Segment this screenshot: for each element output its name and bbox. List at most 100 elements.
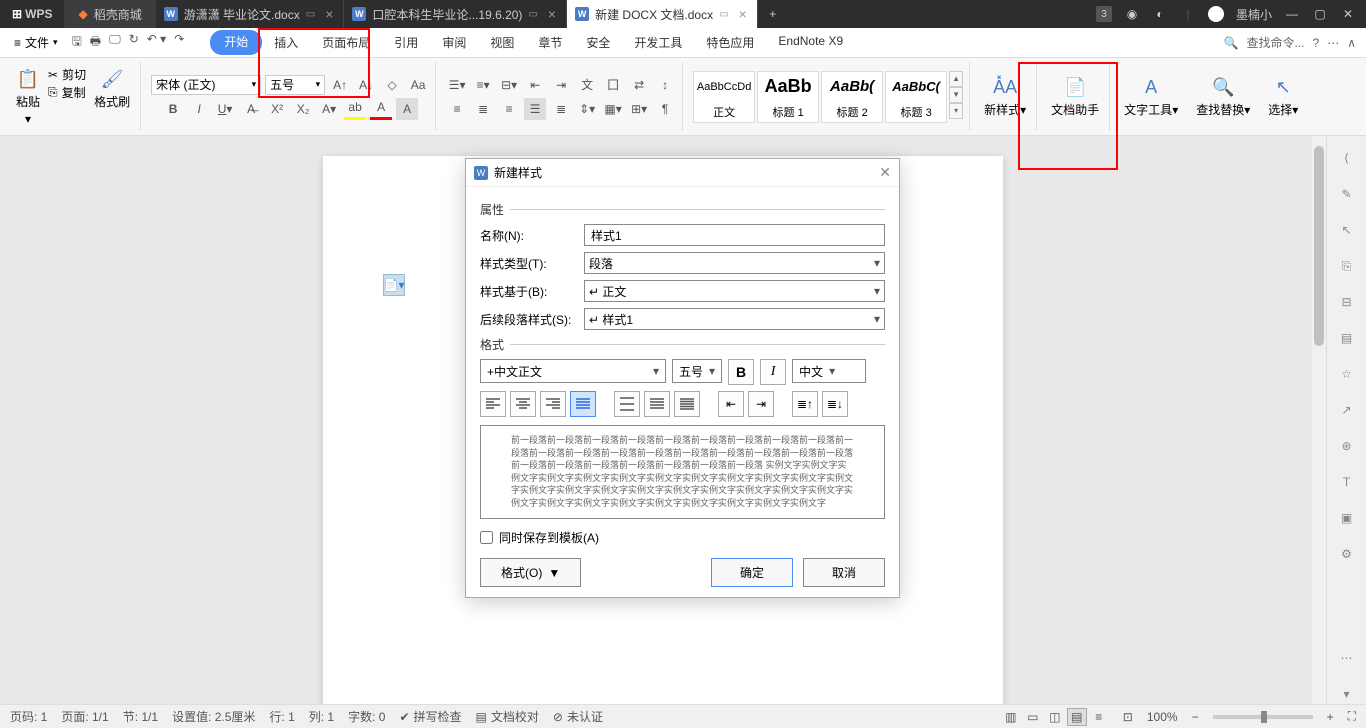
dlg-spacing-normal-icon[interactable] — [644, 391, 670, 417]
side-chevron-icon[interactable]: ⟨ — [1337, 148, 1357, 168]
shading-icon[interactable]: ▦▾ — [602, 98, 624, 120]
tab-page-layout[interactable]: 页面布局 — [310, 30, 382, 55]
fullscreen-icon[interactable]: ⛶ — [1348, 709, 1356, 724]
doc-tab-0[interactable]: W游潇潇 毕业论文.docx▭× — [156, 0, 345, 28]
align-center-icon[interactable]: ≣ — [472, 98, 494, 120]
change-case-icon[interactable]: Aa — [407, 74, 429, 96]
text-effect-icon[interactable]: A▾ — [318, 98, 340, 120]
qat-redo-icon[interactable]: ↷ — [174, 32, 184, 53]
tab-section[interactable]: 章节 — [526, 30, 574, 55]
side-star-icon[interactable]: ☆ — [1337, 364, 1357, 384]
qat-refresh-icon[interactable]: ↻ — [129, 32, 139, 53]
dlg-spacing-loose-icon[interactable] — [614, 391, 640, 417]
strikethrough-icon[interactable]: A̶ — [240, 98, 262, 120]
superscript-icon[interactable]: X² — [266, 98, 288, 120]
dlg-indent-increase-icon[interactable]: ⇥ — [748, 391, 774, 417]
tab-icon[interactable]: ⇄ — [628, 74, 650, 96]
tab-endnote[interactable]: EndNote X9 — [766, 30, 855, 55]
font-color-icon[interactable]: A — [370, 98, 392, 120]
close-icon[interactable]: ✕ — [1340, 6, 1356, 22]
status-row[interactable]: 行: 1 — [269, 708, 294, 725]
file-menu[interactable]: ≡ 文件 ▾ — [6, 32, 66, 53]
notif-badge[interactable]: 3 — [1096, 6, 1112, 22]
char-shading-icon[interactable]: A — [396, 98, 418, 120]
tab-close-icon[interactable]: × — [325, 6, 333, 22]
side-settings-icon[interactable]: ⊟ — [1337, 292, 1357, 312]
gallery-more-icon[interactable]: ▾ — [949, 103, 963, 119]
bullets-icon[interactable]: ☰▾ — [446, 74, 468, 96]
status-page[interactable]: 页面: 1/1 — [61, 708, 108, 725]
view-print-icon[interactable]: ▤ — [1067, 708, 1087, 726]
doc-tab-2[interactable]: W新建 DOCX 文档.docx▭× — [567, 0, 758, 28]
view-outline-icon[interactable]: ▥ — [1001, 708, 1021, 726]
char-border-icon[interactable]: 囗 — [602, 74, 624, 96]
tab-review[interactable]: 审阅 — [430, 30, 478, 55]
user-name[interactable]: 墨楠小 — [1236, 6, 1272, 23]
qat-save-icon[interactable]: 🖫 — [72, 32, 82, 53]
dlg-bold-button[interactable]: B — [728, 359, 754, 385]
align-justify-icon[interactable]: ☰ — [524, 98, 546, 120]
side-collapse-icon[interactable]: ▾ — [1337, 684, 1357, 704]
chevron-icon[interactable]: ∧ — [1347, 36, 1356, 50]
increase-indent-icon[interactable]: ⇥ — [550, 74, 572, 96]
minimize-icon[interactable]: — — [1284, 6, 1300, 22]
side-clipboard-icon[interactable]: ⎘ — [1337, 256, 1357, 276]
view-fit-icon[interactable]: ⊡ — [1123, 710, 1133, 724]
status-page-no[interactable]: 页码: 1 — [10, 708, 47, 725]
multilevel-icon[interactable]: ⊟▾ — [498, 74, 520, 96]
tab-close-icon[interactable]: × — [739, 6, 747, 22]
dialog-close-icon[interactable]: ✕ — [879, 164, 891, 181]
dlg-para-after-icon[interactable]: ≣↓ — [822, 391, 848, 417]
sync-icon[interactable]: ◉ — [1124, 6, 1140, 22]
user-avatar[interactable] — [1208, 6, 1224, 22]
underline-icon[interactable]: U▾ — [214, 98, 236, 120]
tab-home[interactable]: 开始 — [210, 30, 262, 55]
tab-close-icon[interactable]: × — [548, 6, 556, 22]
based-on-select[interactable]: ↵ 正文 — [584, 280, 885, 302]
status-setval[interactable]: 设置值: 2.5厘米 — [172, 708, 255, 725]
phonetic-icon[interactable]: 文 — [576, 74, 598, 96]
dlg-spacing-tight-icon[interactable] — [674, 391, 700, 417]
paste-button[interactable]: 📋粘贴▾ — [12, 65, 44, 128]
tab-developer[interactable]: 开发工具 — [622, 30, 694, 55]
help-icon[interactable]: ? — [1313, 36, 1320, 50]
align-left-icon[interactable]: ≡ — [446, 98, 468, 120]
bold-icon[interactable]: B — [162, 98, 184, 120]
dlg-para-before-icon[interactable]: ≣↑ — [792, 391, 818, 417]
shop-tab[interactable]: ◆稻壳商城 — [64, 0, 155, 28]
copy-button[interactable]: ⎘ 复制 — [48, 84, 86, 101]
side-more-icon[interactable]: ⋯ — [1337, 648, 1357, 668]
format-dropdown-button[interactable]: 格式(O) ▼ — [480, 558, 581, 587]
find-replace-button[interactable]: 🔍查找替换▾ — [1192, 73, 1254, 120]
side-share-icon[interactable]: ↗ — [1337, 400, 1357, 420]
vertical-scrollbar[interactable] — [1312, 136, 1326, 704]
gallery-up-icon[interactable]: ▲ — [949, 71, 963, 87]
status-section[interactable]: 节: 1/1 — [123, 708, 158, 725]
style-normal[interactable]: AaBbCcDd正文 — [693, 71, 755, 123]
unauth-button[interactable]: ⊘ 未认证 — [553, 708, 603, 725]
qat-preview-icon[interactable]: 🖵 — [109, 32, 121, 53]
tab-window-icon[interactable]: ▭ — [306, 9, 315, 20]
dlg-lang-select[interactable]: 中文 — [792, 359, 866, 383]
doc-tab-1[interactable]: W口腔本科生毕业论...19.6.20)▭× — [344, 0, 567, 28]
dlg-font-size-select[interactable]: 五号 — [672, 359, 722, 383]
dlg-indent-decrease-icon[interactable]: ⇤ — [718, 391, 744, 417]
select-button[interactable]: ↖选择▾ — [1264, 73, 1302, 120]
line-spacing-icon[interactable]: ⇕▾ — [576, 98, 598, 120]
view-web-icon[interactable]: ◫ — [1045, 708, 1065, 726]
doc-check-button[interactable]: ▤ 文档校对 — [476, 708, 539, 725]
style-heading3[interactable]: AaBbC(标题 3 — [885, 71, 947, 123]
zoom-in-icon[interactable]: + — [1327, 710, 1334, 724]
side-text-icon[interactable]: T — [1337, 472, 1357, 492]
side-gear-icon[interactable]: ⚙ — [1337, 544, 1357, 564]
italic-icon[interactable]: I — [188, 98, 210, 120]
increase-font-icon[interactable]: A↑ — [329, 74, 351, 96]
dlg-font-name-select[interactable]: +中文正文 — [480, 359, 666, 383]
wps-logo[interactable]: ⊞ WPS — [0, 7, 64, 21]
new-style-button[interactable]: A̽A新样式▾ — [980, 73, 1030, 120]
format-painter-button[interactable]: 🖌格式刷 — [90, 65, 134, 128]
qat-undo-icon[interactable]: ↶ ▾ — [147, 32, 166, 53]
search-label[interactable]: 查找命令... — [1247, 34, 1305, 51]
zoom-level[interactable]: 100% — [1147, 710, 1178, 724]
cancel-button[interactable]: 取消 — [803, 558, 885, 587]
